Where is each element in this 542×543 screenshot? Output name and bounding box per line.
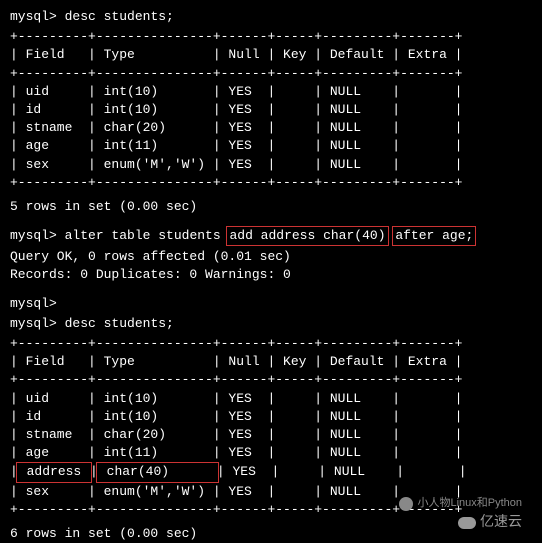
empty-prompt: mysql>: [10, 295, 532, 313]
watermark-brand: 亿速云: [458, 512, 522, 532]
terminal-output: mysql> desc students; +---------+-------…: [10, 8, 532, 543]
command-text: desc students;: [65, 9, 174, 24]
command-text: desc students;: [65, 316, 174, 331]
table-row: | stname | char(20) | YES | | NULL | |: [10, 119, 532, 137]
prompt: mysql>: [10, 9, 57, 24]
command-line-1: mysql> desc students;: [10, 8, 532, 26]
table-row: | uid | int(10) | YES | | NULL | |: [10, 390, 532, 408]
table-header: | Field | Type | Null | Key | Default | …: [10, 353, 532, 371]
command-text-pre: alter table students: [65, 228, 221, 243]
highlight-address-field: address: [16, 462, 92, 482]
highlight-add-column: add address char(40): [226, 226, 388, 246]
wechat-icon: [399, 497, 413, 511]
prompt: mysql>: [10, 316, 57, 331]
prompt: mysql>: [10, 228, 57, 243]
watermark-wechat: 小人物Linux和Python: [399, 496, 522, 512]
highlight-after-age: after age;: [392, 226, 476, 246]
result-summary: 6 rows in set (0.00 sec): [10, 525, 532, 543]
table-border: +---------+---------------+------+-----+…: [10, 28, 532, 46]
table-row: | id | int(10) | YES | | NULL | |: [10, 408, 532, 426]
records-line: Records: 0 Duplicates: 0 Warnings: 0: [10, 266, 532, 284]
highlight-address-type: char(40): [96, 462, 219, 482]
table-row: | id | int(10) | YES | | NULL | |: [10, 101, 532, 119]
prompt: mysql>: [10, 296, 57, 311]
table-border: +---------+---------------+------+-----+…: [10, 371, 532, 389]
command-line-3: mysql> desc students;: [10, 315, 532, 333]
table-row: | uid | int(10) | YES | | NULL | |: [10, 83, 532, 101]
command-line-2: mysql> alter table students add address …: [10, 226, 532, 246]
table-row: | stname | char(20) | YES | | NULL | |: [10, 426, 532, 444]
table-row: | age | int(11) | YES | | NULL | |: [10, 444, 532, 462]
table-row: | sex | enum('M','W') | YES | | NULL | |: [10, 156, 532, 174]
query-ok: Query OK, 0 rows affected (0.01 sec): [10, 248, 532, 266]
table-header: | Field | Type | Null | Key | Default | …: [10, 46, 532, 64]
table-row: | age | int(11) | YES | | NULL | |: [10, 137, 532, 155]
result-summary: 5 rows in set (0.00 sec): [10, 198, 532, 216]
cloud-icon: [458, 517, 476, 529]
table-border: +---------+---------------+------+-----+…: [10, 65, 532, 83]
table-border: +---------+---------------+------+-----+…: [10, 174, 532, 192]
table-border: +---------+---------------+------+-----+…: [10, 335, 532, 353]
table-row-highlighted: | address | char(40) | YES | | NULL | |: [10, 462, 532, 482]
